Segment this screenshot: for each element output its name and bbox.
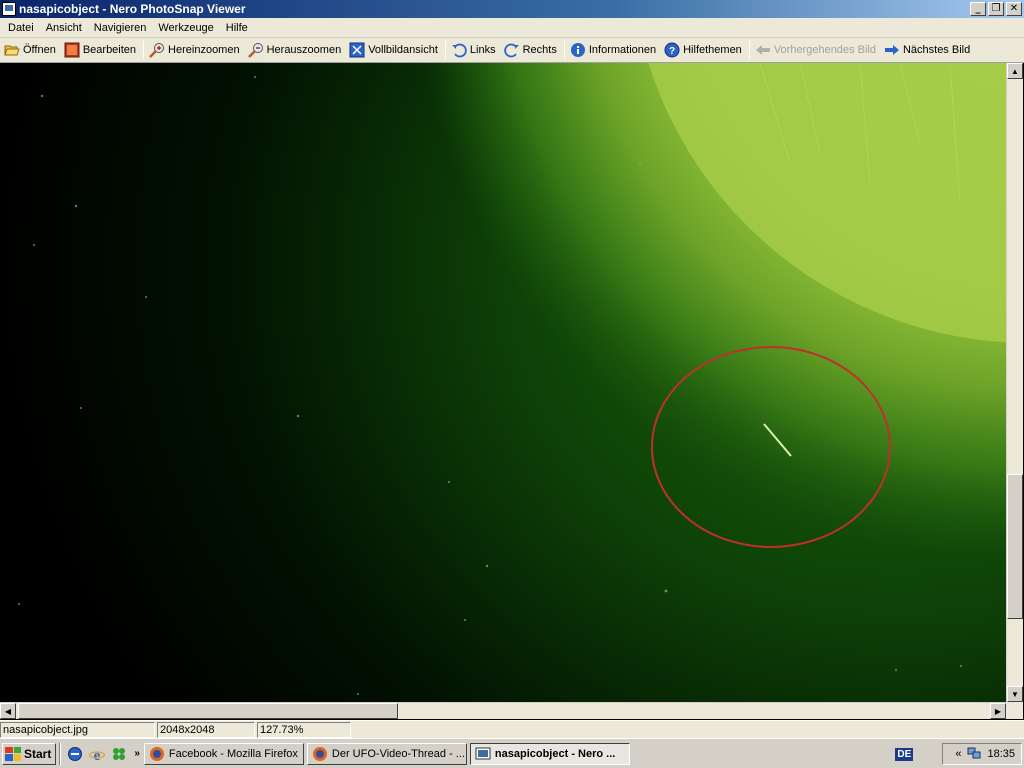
help-button[interactable]: ? Hilfethemen [661, 39, 747, 61]
status-bar: nasapicobject.jpg 2048x2048 127.73% [0, 720, 1024, 738]
zoom-in-icon [149, 42, 165, 58]
minimize-button[interactable]: _ [970, 2, 986, 16]
edit-label: Bearbeiten [82, 44, 137, 56]
task-nero-photosnap[interactable]: nasapicobject - Nero ... [469, 742, 630, 765]
prev-image-label: Vorhergehendes Bild [773, 44, 876, 56]
help-label: Hilfethemen [683, 44, 742, 56]
firefox-icon [149, 746, 165, 762]
menu-bar: Datei Ansicht Navigieren Werkzeuge Hilfe [0, 18, 1024, 38]
status-dimensions: 2048x2048 [157, 721, 255, 738]
close-button[interactable]: ✕ [1006, 2, 1022, 16]
start-label: Start [24, 746, 52, 761]
toolbar-separator [748, 41, 750, 59]
rotate-left-icon [451, 42, 467, 58]
taskbar: Start e » Facebook - Mozilla Firefox Der… [0, 738, 1024, 768]
menu-navigieren[interactable]: Navigieren [88, 18, 153, 38]
scroll-up-button[interactable]: ▲ [1007, 63, 1023, 79]
edit-image-icon [64, 42, 80, 58]
help-icon: ? [664, 42, 680, 58]
scroll-down-button[interactable]: ▼ [1007, 686, 1023, 702]
menu-ansicht[interactable]: Ansicht [40, 18, 88, 38]
show-desktop-icon[interactable] [65, 744, 85, 764]
title-bar[interactable]: nasapicobject - Nero PhotoSnap Viewer _ … [0, 0, 1024, 18]
task-firefox-ufo-thread[interactable]: Der UFO-Video-Thread - ... [306, 742, 467, 765]
window-title: nasapicobject - Nero PhotoSnap Viewer [19, 2, 246, 16]
language-indicator[interactable]: DE [895, 747, 914, 761]
zoom-out-label: Herauszoomen [266, 44, 342, 56]
system-tray: DE « 18:35 [895, 743, 1022, 765]
internet-explorer-icon[interactable]: e [87, 744, 107, 764]
windows-logo-icon [5, 746, 21, 761]
app-icon[interactable] [2, 2, 16, 16]
prev-image-button[interactable]: Vorhergehendes Bild [752, 39, 881, 61]
scroll-right-button[interactable]: ▶ [990, 703, 1006, 719]
info-button[interactable]: Informationen [567, 39, 661, 61]
arrow-right-icon [884, 42, 900, 58]
restore-button[interactable]: ❐ [988, 2, 1004, 16]
menu-datei[interactable]: Datei [2, 18, 40, 38]
tray-expand-chevron[interactable]: « [955, 748, 961, 760]
zoom-out-icon [247, 42, 264, 58]
next-image-label: Nächstes Bild [902, 44, 971, 56]
horizontal-scrollbar[interactable]: ◀ ▶ [0, 702, 1006, 719]
start-button[interactable]: Start [2, 742, 57, 765]
rotate-left-label: Links [469, 44, 496, 56]
zoom-in-button[interactable]: Hereinzoomen [146, 39, 245, 61]
rotate-right-icon [503, 42, 520, 58]
zoom-out-button[interactable]: Herauszoomen [245, 39, 347, 61]
toolbar: Öffnen Bearbeiten Hereinzoomen Herauszoo… [0, 38, 1024, 63]
zoom-in-label: Hereinzoomen [168, 44, 240, 56]
edit-button[interactable]: Bearbeiten [61, 39, 141, 61]
task-firefox-facebook[interactable]: Facebook - Mozilla Firefox [143, 742, 304, 765]
scroll-left-button[interactable]: ◀ [0, 703, 16, 719]
fullscreen-icon [349, 42, 365, 58]
open-button[interactable]: Öffnen [1, 39, 61, 61]
task-label: nasapicobject - Nero ... [494, 747, 616, 760]
status-zoom: 127.73% [257, 721, 351, 738]
open-label: Öffnen [23, 44, 56, 56]
task-label: Der UFO-Video-Thread - ... [331, 747, 465, 760]
svg-text:e: e [94, 748, 101, 762]
quick-launch-chevron[interactable]: » [134, 748, 140, 759]
menu-hilfe[interactable]: Hilfe [220, 18, 254, 38]
network-icon[interactable] [967, 746, 981, 763]
toolbar-separator [143, 41, 145, 59]
taskbar-divider [59, 742, 62, 765]
image-viewport[interactable] [0, 63, 1006, 702]
task-label: Facebook - Mozilla Firefox [168, 747, 298, 760]
status-filename: nasapicobject.jpg [0, 721, 155, 738]
toolbar-separator [444, 41, 446, 59]
info-icon [570, 42, 586, 58]
clover-icon[interactable] [109, 744, 129, 764]
arrow-left-icon [755, 42, 771, 58]
folder-open-icon [4, 42, 20, 58]
info-label: Informationen [588, 44, 657, 56]
solar-image [18, 63, 1006, 695]
scroll-corner [1006, 702, 1023, 719]
toolbar-separator [563, 41, 565, 59]
fullscreen-label: Vollbildansicht [368, 44, 438, 56]
vertical-scroll-thumb[interactable] [1007, 474, 1023, 619]
next-image-button[interactable]: Nächstes Bild [881, 39, 975, 61]
rotate-left-button[interactable]: Links [448, 39, 501, 61]
fullscreen-button[interactable]: Vollbildansicht [346, 39, 443, 61]
vertical-scrollbar[interactable]: ▲ ▼ [1006, 63, 1023, 702]
menu-werkzeuge[interactable]: Werkzeuge [152, 18, 219, 38]
firefox-icon [312, 746, 328, 762]
horizontal-scroll-thumb[interactable] [18, 703, 398, 719]
svg-text:?: ? [669, 46, 675, 57]
clock[interactable]: 18:35 [987, 748, 1015, 760]
rotate-right-button[interactable]: Rechts [501, 39, 562, 61]
rotate-right-label: Rechts [522, 44, 557, 56]
image-viewer-icon [475, 746, 491, 762]
